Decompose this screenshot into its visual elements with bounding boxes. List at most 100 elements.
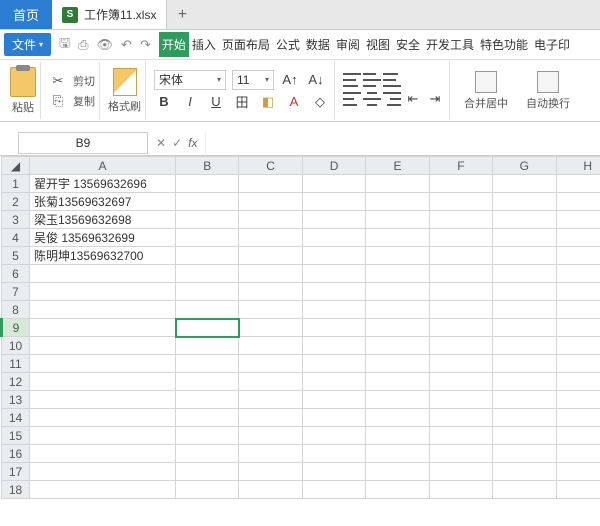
cell-E12[interactable]: [366, 373, 429, 391]
undo-icon[interactable]: ↶: [121, 37, 132, 53]
decrease-font-icon[interactable]: A↓: [306, 70, 326, 90]
cell-F9[interactable]: [429, 319, 492, 337]
cell-F15[interactable]: [429, 427, 492, 445]
cell-B11[interactable]: [176, 355, 239, 373]
cell-G17[interactable]: [493, 463, 556, 481]
row-header[interactable]: 1: [2, 175, 30, 193]
cell-F4[interactable]: [429, 229, 492, 247]
row-header[interactable]: 2: [2, 193, 30, 211]
row-header[interactable]: 11: [2, 355, 30, 373]
font-size-select[interactable]: 11: [232, 70, 274, 90]
cell-E8[interactable]: [366, 301, 429, 319]
spreadsheet-grid[interactable]: ◢ABCDEFGH 1翟开宇 135696326962张菊13569632697…: [0, 156, 600, 499]
cell-B16[interactable]: [176, 445, 239, 463]
cell-E16[interactable]: [366, 445, 429, 463]
cell-F1[interactable]: [429, 175, 492, 193]
col-header-B[interactable]: B: [176, 157, 239, 175]
cell-H7[interactable]: [556, 283, 600, 301]
cell-F13[interactable]: [429, 391, 492, 409]
cell-D13[interactable]: [302, 391, 365, 409]
cell-G10[interactable]: [493, 337, 556, 355]
cell-G9[interactable]: [493, 319, 556, 337]
cell-H8[interactable]: [556, 301, 600, 319]
cell-C10[interactable]: [239, 337, 302, 355]
menu-tab-电子印[interactable]: 电子印: [531, 32, 573, 57]
cell-G13[interactable]: [493, 391, 556, 409]
cancel-formula-icon[interactable]: ✕: [156, 136, 166, 150]
cell-B10[interactable]: [176, 337, 239, 355]
cell-D14[interactable]: [302, 409, 365, 427]
col-header-A[interactable]: A: [30, 157, 176, 175]
col-header-F[interactable]: F: [429, 157, 492, 175]
redo-icon[interactable]: ↷: [140, 37, 151, 53]
row-header[interactable]: 16: [2, 445, 30, 463]
cell-C5[interactable]: [239, 247, 302, 265]
cell-H16[interactable]: [556, 445, 600, 463]
cell-D10[interactable]: [302, 337, 365, 355]
cell-F6[interactable]: [429, 265, 492, 283]
cell-G18[interactable]: [493, 481, 556, 499]
cell-A7[interactable]: [30, 283, 176, 301]
cell-B6[interactable]: [176, 265, 239, 283]
cell-F17[interactable]: [429, 463, 492, 481]
cell-F16[interactable]: [429, 445, 492, 463]
cell-G3[interactable]: [493, 211, 556, 229]
font-color-button[interactable]: A: [284, 92, 304, 112]
cell-B15[interactable]: [176, 427, 239, 445]
cell-E10[interactable]: [366, 337, 429, 355]
fill-color-button[interactable]: ◧: [258, 92, 278, 112]
paste-icon[interactable]: [10, 67, 36, 97]
row-header[interactable]: 17: [2, 463, 30, 481]
cell-F2[interactable]: [429, 193, 492, 211]
cell-B18[interactable]: [176, 481, 239, 499]
cell-A8[interactable]: [30, 301, 176, 319]
cell-E5[interactable]: [366, 247, 429, 265]
align-left-icon[interactable]: [343, 92, 361, 106]
cell-H5[interactable]: [556, 247, 600, 265]
cell-C6[interactable]: [239, 265, 302, 283]
cell-G2[interactable]: [493, 193, 556, 211]
align-bottom-icon[interactable]: [383, 73, 401, 87]
menu-tab-特色功能[interactable]: 特色功能: [477, 32, 531, 57]
cell-H4[interactable]: [556, 229, 600, 247]
cell-D7[interactable]: [302, 283, 365, 301]
cell-B13[interactable]: [176, 391, 239, 409]
cell-D6[interactable]: [302, 265, 365, 283]
cell-A18[interactable]: [30, 481, 176, 499]
cell-G14[interactable]: [493, 409, 556, 427]
save-icon[interactable]: 🖫: [59, 34, 70, 56]
format-painter-icon[interactable]: [113, 68, 137, 96]
menu-tab-数据[interactable]: 数据: [303, 32, 333, 57]
row-header[interactable]: 4: [2, 229, 30, 247]
cell-E3[interactable]: [366, 211, 429, 229]
cell-B8[interactable]: [176, 301, 239, 319]
cell-D9[interactable]: [302, 319, 365, 337]
merge-center-button[interactable]: 合并居中: [458, 71, 514, 111]
home-tab[interactable]: 首页: [0, 0, 52, 29]
cell-C15[interactable]: [239, 427, 302, 445]
cell-F14[interactable]: [429, 409, 492, 427]
cell-A5[interactable]: 陈明坤13569632700: [30, 247, 176, 265]
row-header[interactable]: 9: [2, 319, 30, 337]
wrap-text-button[interactable]: 自动换行: [520, 71, 576, 111]
menu-tab-开发工具[interactable]: 开发工具: [423, 32, 477, 57]
copy-icon[interactable]: ⎘: [49, 92, 67, 110]
cell-C17[interactable]: [239, 463, 302, 481]
cell-D15[interactable]: [302, 427, 365, 445]
cell-E17[interactable]: [366, 463, 429, 481]
cell-H2[interactable]: [556, 193, 600, 211]
select-all-corner[interactable]: ◢: [2, 157, 30, 175]
cell-B3[interactable]: [176, 211, 239, 229]
row-header[interactable]: 15: [2, 427, 30, 445]
row-header[interactable]: 13: [2, 391, 30, 409]
cell-G15[interactable]: [493, 427, 556, 445]
menu-tab-开始[interactable]: 开始: [159, 32, 189, 57]
cell-B4[interactable]: [176, 229, 239, 247]
cell-G16[interactable]: [493, 445, 556, 463]
row-header[interactable]: 14: [2, 409, 30, 427]
cell-D17[interactable]: [302, 463, 365, 481]
cell-E14[interactable]: [366, 409, 429, 427]
cell-H14[interactable]: [556, 409, 600, 427]
cell-F3[interactable]: [429, 211, 492, 229]
cell-B1[interactable]: [176, 175, 239, 193]
